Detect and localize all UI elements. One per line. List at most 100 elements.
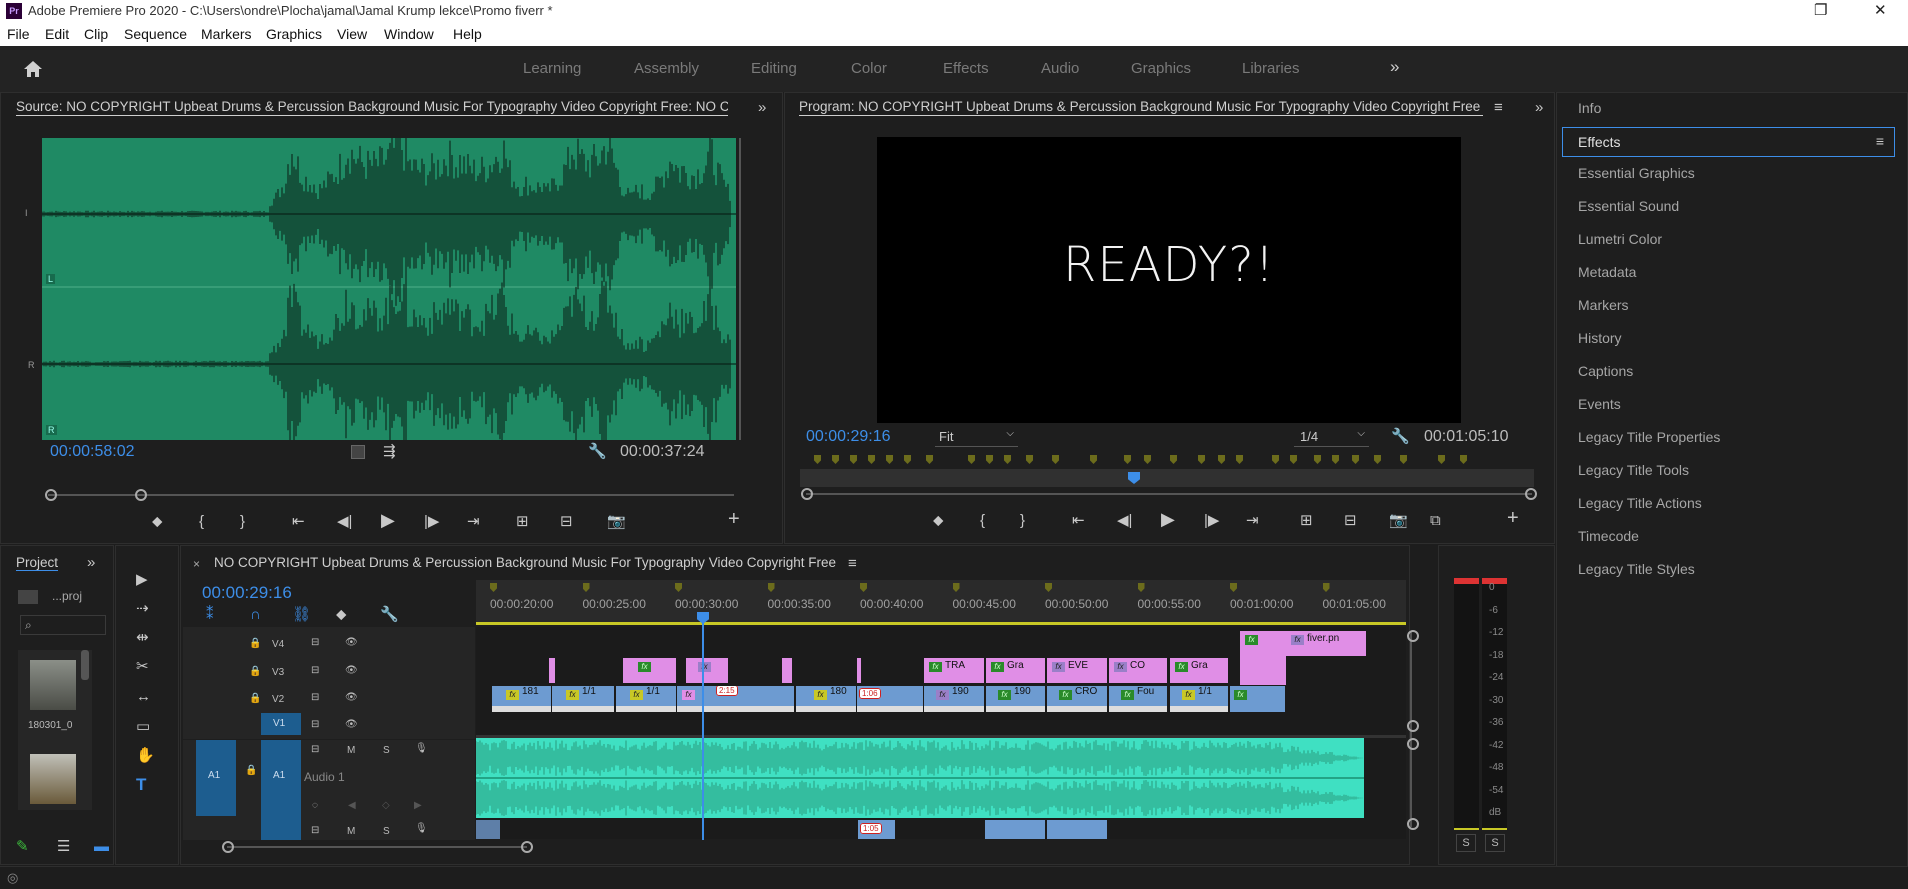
solo-left-button[interactable]: S	[1456, 834, 1476, 852]
panel-timecode[interactable]: Timecode	[1578, 528, 1639, 544]
workspace-graphics[interactable]: Graphics	[1131, 60, 1191, 77]
play-icon[interactable]: ▶	[1161, 510, 1175, 528]
workspace-assembly[interactable]: Assembly	[634, 60, 699, 77]
video-clip[interactable]: fx Fou	[1109, 686, 1167, 712]
program-button-editor-icon[interactable]: +	[1507, 508, 1519, 528]
playhead-line[interactable]	[702, 615, 704, 840]
timeline-close-button[interactable]: ×	[193, 557, 200, 571]
selection-tool-icon[interactable]: ▶	[136, 571, 148, 589]
sync-lock-icon[interactable]: ⊟	[311, 665, 319, 676]
source-button-editor-icon[interactable]: +	[728, 509, 740, 529]
rectangle-tool-icon[interactable]: ▭	[136, 718, 150, 736]
graphic-clip[interactable]: fx fiver.pn	[1286, 631, 1366, 656]
workspace-libraries[interactable]: Libraries	[1242, 60, 1300, 77]
panel-menu-icon[interactable]: ≡	[1876, 133, 1884, 149]
export-frame-icon[interactable]: 📷	[607, 513, 626, 531]
workspace-editing[interactable]: Editing	[751, 60, 797, 77]
track-v1-target[interactable]: V1	[261, 713, 301, 735]
step-forward-icon[interactable]: |▶	[424, 513, 439, 531]
go-to-out-icon[interactable]: ⇥	[1246, 512, 1259, 530]
video-clip[interactable]: fx 180	[796, 686, 856, 712]
hand-tool-icon[interactable]: ✋	[136, 747, 155, 765]
program-marker[interactable]	[1124, 455, 1131, 464]
panel-captions[interactable]: Captions	[1578, 363, 1633, 379]
razor-tool-icon[interactable]: ✂	[136, 658, 149, 676]
menu-sequence[interactable]: Sequence	[124, 26, 187, 42]
track-select-tool-icon[interactable]: ⇢	[136, 600, 149, 618]
project-tab[interactable]: Project	[16, 555, 59, 571]
sync-lock-icon[interactable]: ⊟	[311, 825, 319, 836]
source-zoom-start-handle[interactable]	[45, 489, 57, 501]
mark-out-icon[interactable]: }	[1020, 512, 1025, 530]
resolution-select[interactable]: 1/4 ⌵	[1294, 427, 1369, 447]
sync-lock-icon[interactable]: ⊟	[311, 719, 319, 730]
mark-out-icon[interactable]: }	[240, 513, 245, 531]
panel-legacy-title-tools[interactable]: Legacy Title Tools	[1578, 462, 1689, 478]
list-view-icon[interactable]: ☰	[57, 838, 70, 856]
vscroll-handle[interactable]	[1407, 630, 1419, 642]
menu-window[interactable]: Window	[384, 26, 434, 42]
source-zoom-end-handle[interactable]	[135, 489, 147, 501]
audio-clip-part[interactable]: 1:05	[858, 820, 895, 839]
graphic-clip[interactable]: fx Gra	[986, 658, 1045, 683]
sync-lock-icon[interactable]: ⊟	[311, 692, 319, 703]
program-marker[interactable]	[1218, 455, 1225, 464]
program-marker[interactable]	[850, 455, 857, 464]
program-menu-icon[interactable]: ≡	[1494, 99, 1503, 117]
program-marker[interactable]	[886, 455, 893, 464]
eye-icon[interactable]: 👁	[345, 719, 358, 730]
workspace-more-icon[interactable]: »	[1390, 57, 1399, 77]
program-marker[interactable]	[1170, 455, 1177, 464]
program-marker[interactable]	[1198, 455, 1205, 464]
source-panel-more-icon[interactable]: »	[758, 99, 766, 117]
program-marker[interactable]	[904, 455, 911, 464]
drag-video-only-icon[interactable]	[351, 445, 365, 459]
program-marker[interactable]	[968, 455, 975, 464]
panel-legacy-title-properties[interactable]: Legacy Title Properties	[1578, 429, 1720, 445]
panel-effects-active[interactable]: Effects ≡	[1562, 127, 1895, 157]
menu-markers[interactable]: Markers	[201, 26, 252, 42]
solo-button[interactable]: S	[383, 826, 390, 837]
video-clip[interactable]: fx 181	[492, 686, 551, 712]
graphic-clip[interactable]	[549, 658, 555, 683]
panel-history[interactable]: History	[1578, 330, 1622, 346]
program-marker[interactable]	[1290, 455, 1297, 464]
workspace-color[interactable]: Color	[851, 60, 887, 77]
panel-info[interactable]: Info	[1578, 100, 1601, 116]
project-scrollbar[interactable]	[81, 650, 89, 680]
close-button[interactable]: ✕	[1874, 1, 1887, 19]
program-marker[interactable]	[986, 455, 993, 464]
eye-icon[interactable]: 👁	[345, 637, 358, 648]
program-zoom-start-handle[interactable]	[801, 488, 813, 500]
menu-edit[interactable]: Edit	[45, 26, 69, 42]
menu-graphics[interactable]: Graphics	[266, 26, 322, 42]
go-to-in-icon[interactable]: ⇤	[1072, 512, 1085, 530]
program-marker[interactable]	[1026, 455, 1033, 464]
overwrite-icon[interactable]: ⊟	[560, 513, 573, 531]
panel-markers[interactable]: Markers	[1578, 297, 1629, 313]
video-clip[interactable]: fx	[1230, 686, 1285, 712]
program-zoom-bar[interactable]	[806, 493, 1532, 495]
mic-icon[interactable]: 🎙	[415, 743, 428, 754]
vscroll-handle[interactable]	[1407, 738, 1419, 750]
video-clip[interactable]: fx 2:15	[677, 686, 794, 712]
snap-icon[interactable]: ∩	[250, 606, 261, 624]
video-clip[interactable]: fx 190	[986, 686, 1045, 712]
program-marker[interactable]	[1400, 455, 1407, 464]
graphic-clip[interactable]: fx Gra	[1170, 658, 1228, 683]
timeline-title[interactable]: NO COPYRIGHT Upbeat Drums & Percussion B…	[214, 555, 844, 570]
lock-icon[interactable]: 🔒	[249, 693, 261, 704]
menu-clip[interactable]: Clip	[84, 26, 108, 42]
work-area-bar[interactable]	[476, 622, 1406, 625]
hscroll-end-handle[interactable]	[521, 841, 533, 853]
video-clip[interactable]: 1:06	[857, 686, 923, 712]
restore-button[interactable]: ❐	[1814, 1, 1827, 19]
graphic-clip[interactable]	[857, 658, 861, 683]
mark-in-icon[interactable]: {	[199, 513, 204, 531]
lock-icon[interactable]: 🔒	[249, 666, 261, 677]
program-marker[interactable]	[868, 455, 875, 464]
step-back-icon[interactable]: ◀|	[1117, 512, 1132, 530]
go-to-out-icon[interactable]: ⇥	[467, 513, 480, 531]
extract-icon[interactable]: ⊟	[1344, 512, 1357, 530]
program-marker[interactable]	[832, 455, 839, 464]
